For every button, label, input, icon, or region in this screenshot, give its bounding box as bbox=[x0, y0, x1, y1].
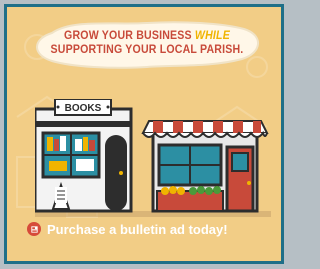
cta-text[interactable]: Purchase a bulletin ad today! bbox=[47, 222, 228, 237]
ad-card[interactable]: GROW YOUR BUSINESS WHILE SUPPORTING YOUR… bbox=[4, 4, 284, 264]
books-sign: BOOKS bbox=[54, 99, 112, 116]
bookstore: BOOKS bbox=[35, 99, 133, 213]
striped-awning bbox=[141, 120, 269, 138]
sidewalk-sign bbox=[51, 181, 71, 210]
books-sign-text: BOOKS bbox=[65, 103, 102, 114]
market-store bbox=[141, 120, 269, 213]
cta-line[interactable]: Purchase a bulletin ad today! bbox=[27, 218, 277, 240]
headline-text: GROW YOUR BUSINESS WHILE SUPPORTING YOUR… bbox=[41, 29, 253, 57]
produce-crates bbox=[156, 186, 224, 212]
storefronts-illustration: BOOKS bbox=[35, 99, 271, 217]
headline-banner: GROW YOUR BUSINESS WHILE SUPPORTING YOUR… bbox=[32, 17, 262, 73]
headline-line1: GROW YOUR BUSINESS bbox=[64, 30, 192, 42]
headline-line2: SUPPORTING YOUR LOCAL PARISH. bbox=[50, 44, 244, 56]
newspaper-icon bbox=[27, 222, 41, 236]
headline-accent: WHILE bbox=[194, 30, 230, 42]
